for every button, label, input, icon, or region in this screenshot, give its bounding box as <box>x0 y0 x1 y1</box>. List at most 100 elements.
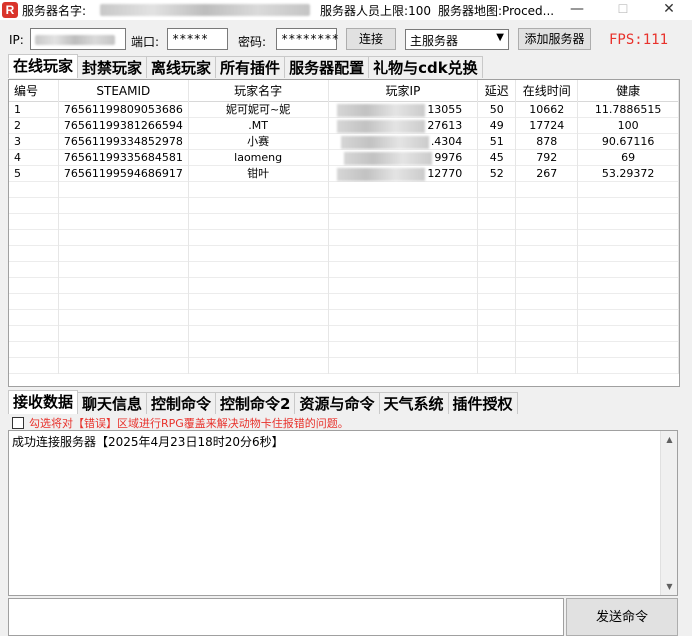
empty-cell <box>578 358 679 374</box>
empty-cell <box>329 230 479 246</box>
empty-cell <box>59 278 189 294</box>
empty-cell <box>9 310 59 326</box>
empty-cell <box>9 342 59 358</box>
cell-online: 267 <box>516 166 579 182</box>
empty-cell <box>578 182 679 198</box>
empty-cell <box>578 278 679 294</box>
cell-steamid: 76561199335684581 <box>59 150 189 166</box>
tab-received-data[interactable]: 接收数据 <box>8 390 79 414</box>
add-server-button[interactable]: 添加服务器 <box>518 28 591 50</box>
table-row[interactable]: 3 76561199334852978 小赛 .4304 51 878 90.6… <box>9 134 679 150</box>
rpg-fix-label: 勾选将对【错误】区域进行RPG覆盖来解决动物卡住报错的问题。 <box>29 417 349 430</box>
rpg-fix-checkbox[interactable] <box>12 417 24 429</box>
app-icon: R <box>2 2 18 18</box>
tab-control-commands-2[interactable]: 控制命令2 <box>215 392 296 414</box>
maximize-button[interactable]: ☐ <box>600 0 646 20</box>
password-input[interactable]: ******** <box>276 28 339 50</box>
tab-gifts-cdk[interactable]: 礼物与cdk兑换 <box>368 56 483 78</box>
scroll-up-icon[interactable]: ▲ <box>661 431 678 448</box>
col-ping[interactable]: 延迟 <box>478 80 517 102</box>
empty-cell <box>189 326 329 342</box>
tab-control-commands[interactable]: 控制命令 <box>146 392 217 414</box>
empty-cell <box>478 342 517 358</box>
scroll-down-icon[interactable]: ▼ <box>661 578 678 595</box>
empty-cell <box>9 214 59 230</box>
empty-cell <box>9 198 59 214</box>
tab-weather[interactable]: 天气系统 <box>378 392 449 414</box>
tab-offline-players[interactable]: 离线玩家 <box>146 56 217 78</box>
empty-cell <box>329 246 479 262</box>
empty-cell <box>59 262 189 278</box>
empty-cell <box>189 214 329 230</box>
cell-ip: 12770 <box>329 166 479 182</box>
empty-cell <box>478 246 517 262</box>
empty-cell <box>516 214 579 230</box>
log-output[interactable]: 成功连接服务器【2025年4月23日18时20分6秒】 ▲ ▼ <box>8 430 678 596</box>
empty-cell <box>189 342 329 358</box>
tab-banned-players[interactable]: 封禁玩家 <box>77 56 148 78</box>
cell-online: 792 <box>516 150 579 166</box>
server-name-label: 服务器名字: <box>22 3 87 18</box>
tab-server-config[interactable]: 服务器配置 <box>284 56 370 78</box>
table-row[interactable]: 1 76561199809053686 妮可妮可~妮 13055 50 1066… <box>9 102 679 118</box>
log-line: 成功连接服务器【2025年4月23日18时20分6秒】 <box>12 435 284 449</box>
empty-cell <box>578 326 679 342</box>
empty-table-row <box>9 358 679 374</box>
server-select-value: 主服务器 <box>410 34 459 48</box>
empty-cell <box>578 310 679 326</box>
log-scrollbar[interactable]: ▲ ▼ <box>660 431 677 595</box>
port-input[interactable]: ***** <box>167 28 228 50</box>
empty-cell <box>59 326 189 342</box>
tab-online-players[interactable]: 在线玩家 <box>8 54 79 78</box>
empty-table-row <box>9 294 679 310</box>
empty-cell <box>9 230 59 246</box>
cell-name: 妮可妮可~妮 <box>189 102 329 118</box>
empty-table-row <box>9 214 679 230</box>
empty-cell <box>478 358 517 374</box>
tab-resources-commands[interactable]: 资源与命令 <box>294 392 380 414</box>
col-online-time[interactable]: 在线时间 <box>516 80 579 102</box>
send-command-button[interactable]: 发送命令 <box>566 598 678 636</box>
empty-cell <box>189 294 329 310</box>
cell-online: 10662 <box>516 102 579 118</box>
empty-cell <box>9 294 59 310</box>
command-input[interactable] <box>8 598 564 636</box>
col-player-ip[interactable]: 玩家IP <box>329 80 479 102</box>
empty-cell <box>189 230 329 246</box>
title-bar: R 服务器名字: 服务器人员上限:100 服务器地图:Proced... — ☐… <box>0 0 692 20</box>
col-id[interactable]: 编号 <box>9 80 59 102</box>
server-select[interactable]: 主服务器 ▼ <box>405 29 509 50</box>
col-health[interactable]: 健康 <box>578 80 679 102</box>
cell-ping: 52 <box>478 166 517 182</box>
empty-cell <box>329 310 479 326</box>
empty-cell <box>9 326 59 342</box>
empty-cell <box>9 278 59 294</box>
empty-cell <box>59 246 189 262</box>
tab-all-plugins[interactable]: 所有插件 <box>215 56 286 78</box>
tab-chat[interactable]: 聊天信息 <box>77 392 148 414</box>
tab-plugin-license[interactable]: 插件授权 <box>447 392 518 414</box>
cell-ping: 51 <box>478 134 517 150</box>
connect-button[interactable]: 连接 <box>346 28 396 50</box>
cell-id: 1 <box>9 102 59 118</box>
empty-cell <box>478 326 517 342</box>
cell-id: 4 <box>9 150 59 166</box>
ip-input[interactable] <box>30 28 126 50</box>
empty-cell <box>59 342 189 358</box>
empty-cell <box>516 246 579 262</box>
close-button[interactable]: ✕ <box>646 0 692 20</box>
empty-cell <box>516 262 579 278</box>
minimize-button[interactable]: — <box>554 0 600 20</box>
empty-cell <box>59 358 189 374</box>
table-row[interactable]: 2 76561199381266594 .MT 27613 49 17724 1… <box>9 118 679 134</box>
empty-cell <box>478 198 517 214</box>
col-steamid[interactable]: STEAMID <box>59 80 189 102</box>
table-row[interactable]: 5 76561199594686917 钳叶 12770 52 267 53.2… <box>9 166 679 182</box>
table-row[interactable]: 4 76561199335684581 laomeng 9976 45 792 … <box>9 150 679 166</box>
col-player-name[interactable]: 玩家名字 <box>189 80 329 102</box>
empty-cell <box>516 358 579 374</box>
empty-cell <box>516 182 579 198</box>
cell-name: laomeng <box>189 150 329 166</box>
rpg-fix-option: 勾选将对【错误】区域进行RPG覆盖来解决动物卡住报错的问题。 <box>12 415 349 431</box>
empty-cell <box>189 358 329 374</box>
